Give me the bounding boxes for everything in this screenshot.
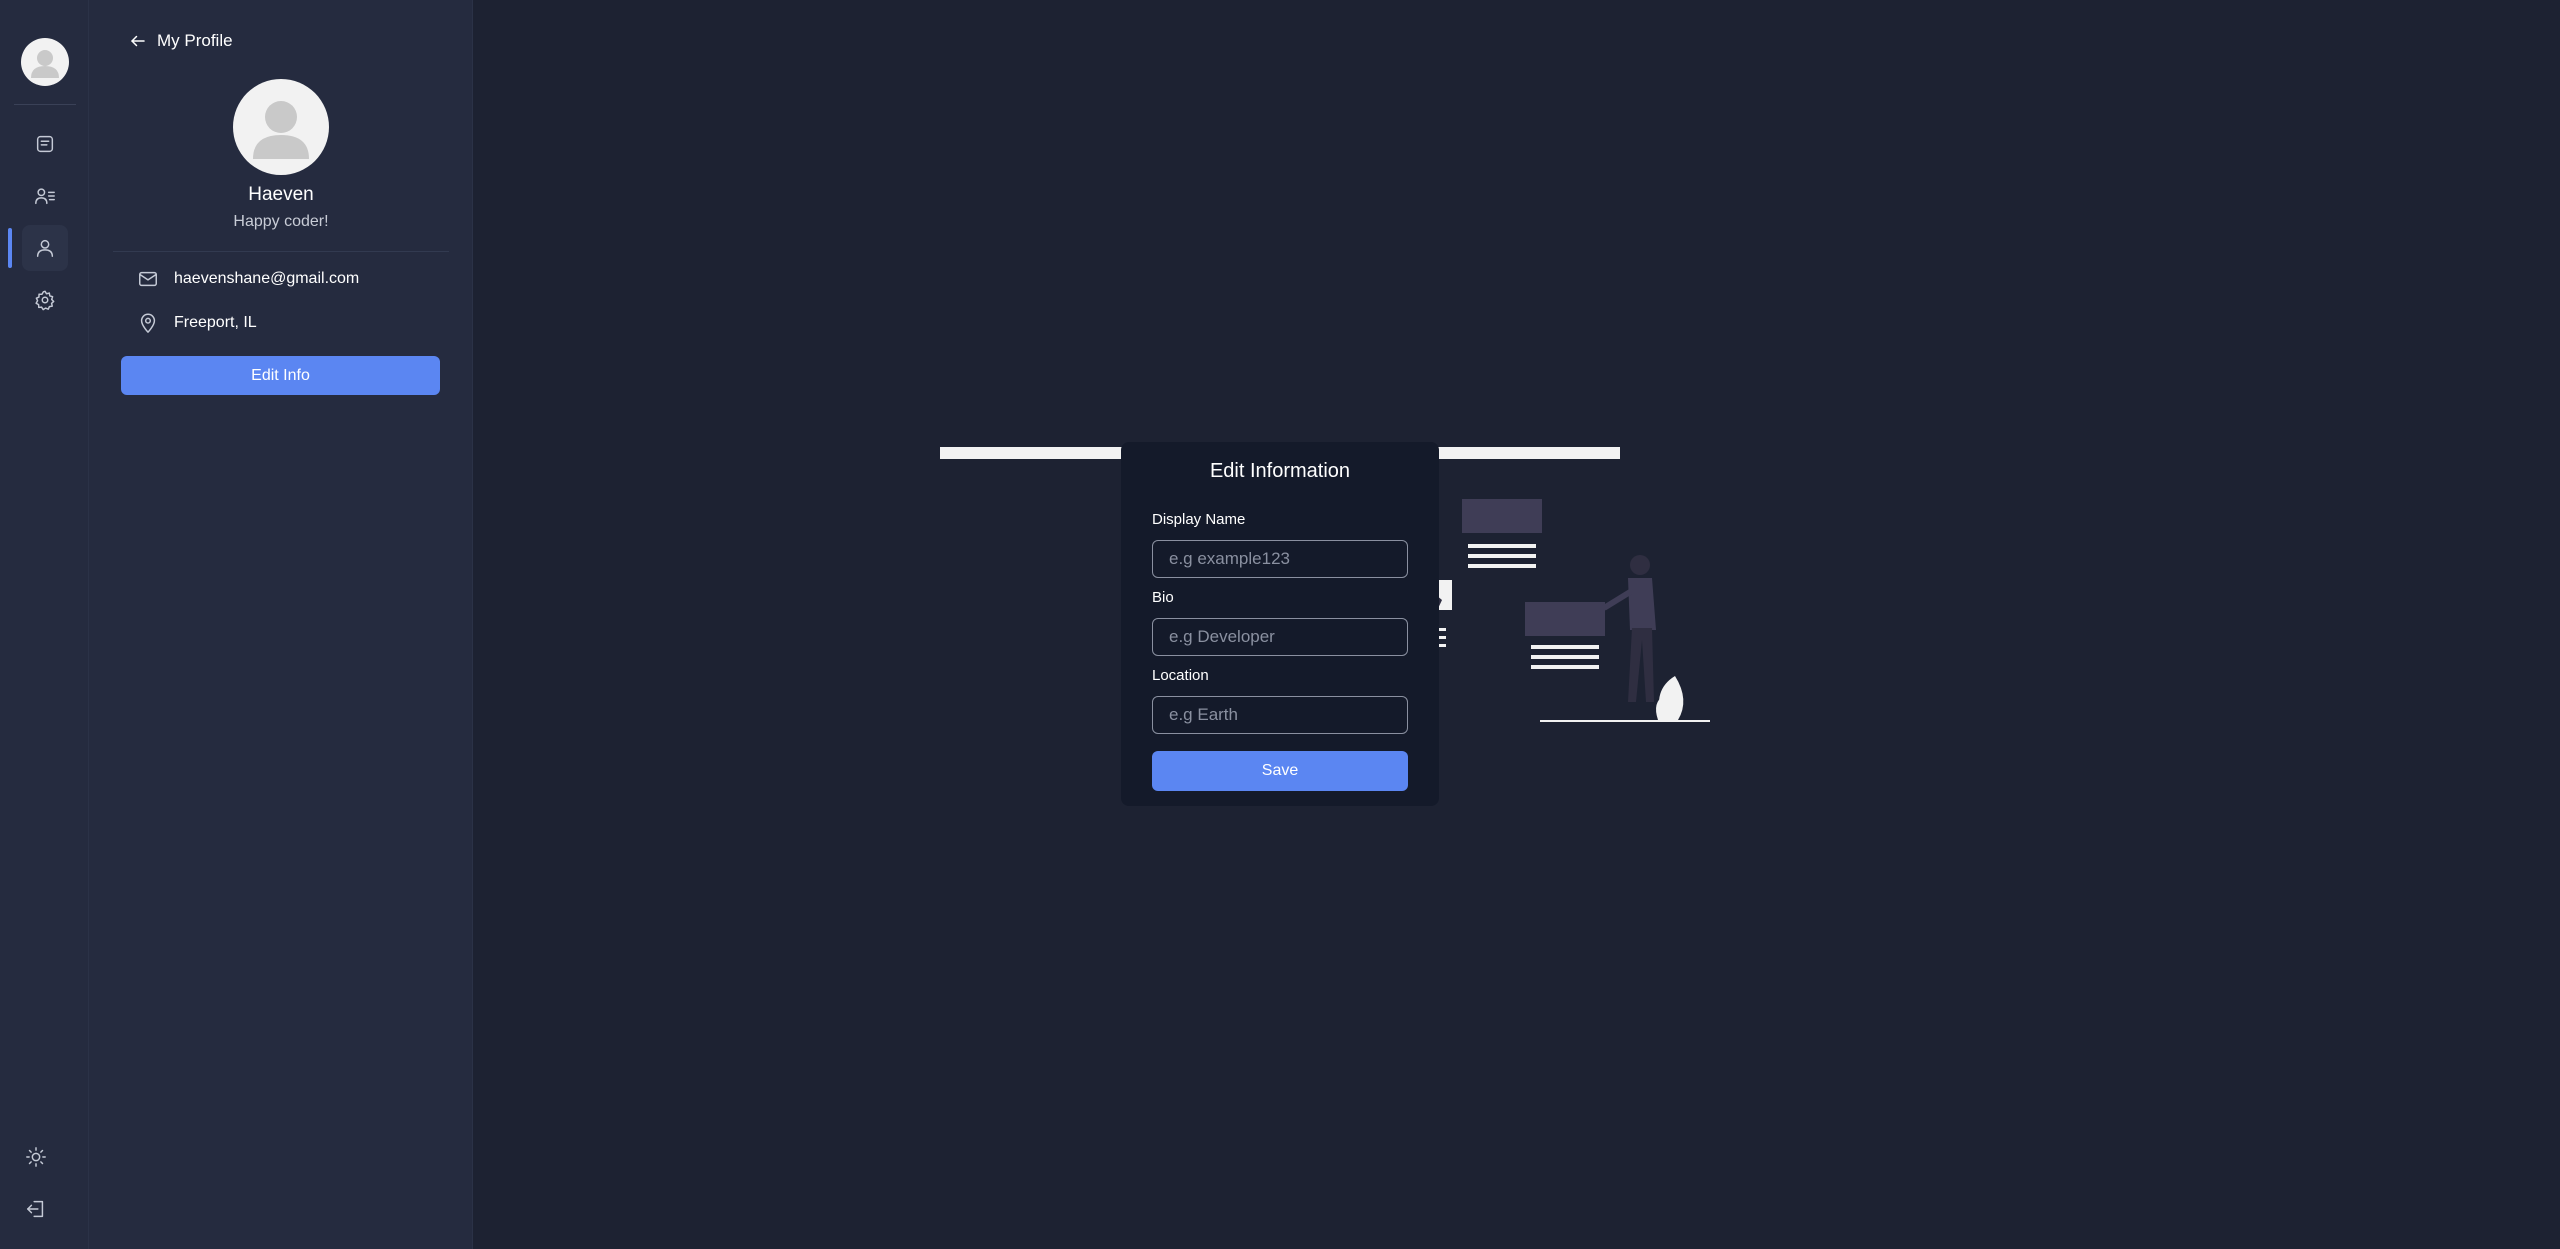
rail-divider [14,104,76,105]
logout-icon [27,1200,44,1218]
profile-avatar [233,79,329,175]
sun-icon [26,1147,46,1167]
email-row: haevenshane@gmail.com [137,268,359,290]
display-name-label: Display Name [1152,511,1246,528]
panel-title: My Profile [157,31,233,50]
avatar-placeholder-icon [253,101,309,159]
location-row: Freeport, IL [137,312,257,334]
rail-item-contacts[interactable] [22,173,68,219]
avatar-placeholder-icon [31,50,59,78]
gear-icon [35,290,55,311]
profile-bio: Happy coder! [233,213,329,230]
profile-panel: My Profile Haeven Happy coder! haevensha… [89,0,473,1249]
back-to-profile[interactable]: My Profile [129,31,233,51]
user-avatar[interactable] [21,38,69,86]
rail-item-notes[interactable] [22,121,68,167]
location-input[interactable] [1152,696,1408,734]
user-icon [36,239,54,257]
profile-location: Freeport, IL [174,314,257,331]
mail-icon [139,271,157,287]
panel-divider [113,251,449,252]
icon-rail [0,0,89,1249]
logout-button[interactable] [14,1187,58,1231]
active-indicator [8,228,12,268]
edit-info-button[interactable]: Edit Info [121,356,440,395]
profile-email: haevenshane@gmail.com [174,270,360,287]
user-list-icon [35,188,55,205]
bio-label: Bio [1152,589,1174,606]
rail-item-profile[interactable] [22,225,68,271]
notes-icon [36,135,54,153]
save-button[interactable]: Save [1152,751,1408,791]
rail-item-settings[interactable] [22,277,68,323]
edit-info-modal: Edit Information Display Name Bio Locati… [1121,442,1439,806]
theme-toggle[interactable] [14,1135,58,1179]
location-pin-icon [140,313,156,333]
bio-input[interactable] [1152,618,1408,656]
profile-name: Haeven [248,184,314,205]
display-name-input[interactable] [1152,540,1408,578]
location-label: Location [1152,667,1209,684]
arrow-left-icon [131,35,145,47]
modal-title: Edit Information [1209,460,1351,482]
